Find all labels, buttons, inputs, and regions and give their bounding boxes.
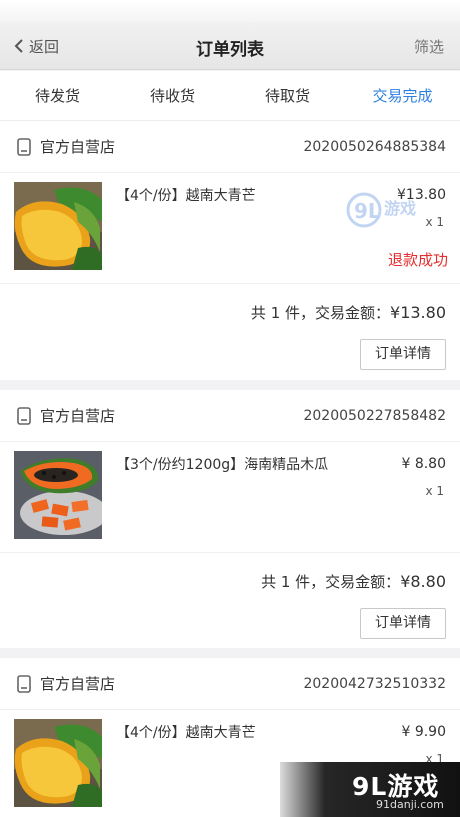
item-title: 【4个/份】越南大青芒	[116, 188, 256, 204]
mango-image	[14, 719, 102, 807]
tab-pending-shipment[interactable]: 待发货	[0, 71, 115, 120]
tab-pending-pickup[interactable]: 待取货	[230, 71, 345, 120]
item-title: 【4个/份】越南大青芒	[116, 725, 256, 741]
summary-text: 共 1 件，交易金额：	[250, 304, 391, 322]
status-bar	[0, 0, 460, 22]
shop-name: 官方自营店	[40, 138, 116, 156]
item-price: ¥ 9.90	[401, 724, 446, 740]
shop-name: 官方自营店	[40, 407, 116, 425]
item-title: 【3个/份约1200g】海南精品木瓜	[116, 457, 329, 473]
phone-store-icon	[17, 406, 31, 425]
order-summary: 共 1 件，交易金额：¥13.80	[0, 283, 460, 339]
order-number: 2020042732510332	[303, 675, 446, 692]
item-quantity: x 1	[425, 484, 444, 498]
phone-store-icon	[17, 137, 31, 156]
refund-status: 退款成功	[387, 251, 448, 269]
order-number: 2020050227858482	[303, 407, 446, 424]
shop-name: 官方自营店	[40, 675, 116, 693]
filter-button[interactable]: 筛选	[414, 36, 444, 57]
order-summary: 共 1 件，交易金额：¥8.80	[0, 552, 460, 608]
watermark-banner: 9L游戏 91danji.com	[280, 762, 460, 817]
order-number: 2020050264885384	[303, 138, 446, 155]
back-button[interactable]: 返回	[12, 34, 59, 58]
order-item[interactable]: 【3个/份约1200g】海南精品木瓜 ¥ 8.80 x 1	[0, 442, 460, 552]
item-quantity: x 1	[425, 215, 444, 229]
papaya-image	[14, 451, 102, 539]
page-title: 订单列表	[196, 40, 264, 60]
mango-image	[14, 182, 102, 270]
order-card: 官方自营店 2020050264885384 【4个/份】越南大青芒 ¥13.8…	[0, 121, 460, 380]
order-item[interactable]: 【4个/份】越南大青芒 ¥13.80 x 1 退款成功	[0, 173, 460, 283]
order-card: 官方自营店 2020050227858482 【3个/份约1200g】海南精品木…	[0, 390, 460, 648]
order-header: 官方自营店 2020050227858482	[0, 390, 460, 442]
summary-amount: ¥8.80	[400, 572, 446, 591]
summary-amount: ¥13.80	[390, 303, 446, 322]
order-status-tabs: 待发货 待收货 待取货 交易完成	[0, 71, 460, 121]
navigation-bar: 返回 订单列表 筛选	[0, 22, 460, 70]
order-detail-button[interactable]: 订单详情	[360, 608, 446, 639]
chevron-left-icon	[14, 39, 23, 53]
order-header: 官方自营店 2020042732510332	[0, 658, 460, 710]
tab-pending-receipt[interactable]: 待收货	[115, 71, 230, 120]
tab-completed[interactable]: 交易完成	[345, 71, 460, 120]
watermark-url: 91danji.com	[376, 798, 444, 811]
phone-store-icon	[17, 674, 31, 693]
order-header: 官方自营店 2020050264885384	[0, 121, 460, 173]
item-price: ¥13.80	[397, 187, 446, 203]
back-label: 返回	[29, 37, 60, 56]
summary-text: 共 1 件，交易金额：	[261, 573, 401, 591]
order-detail-button[interactable]: 订单详情	[360, 339, 446, 370]
item-price: ¥ 8.80	[401, 456, 446, 472]
